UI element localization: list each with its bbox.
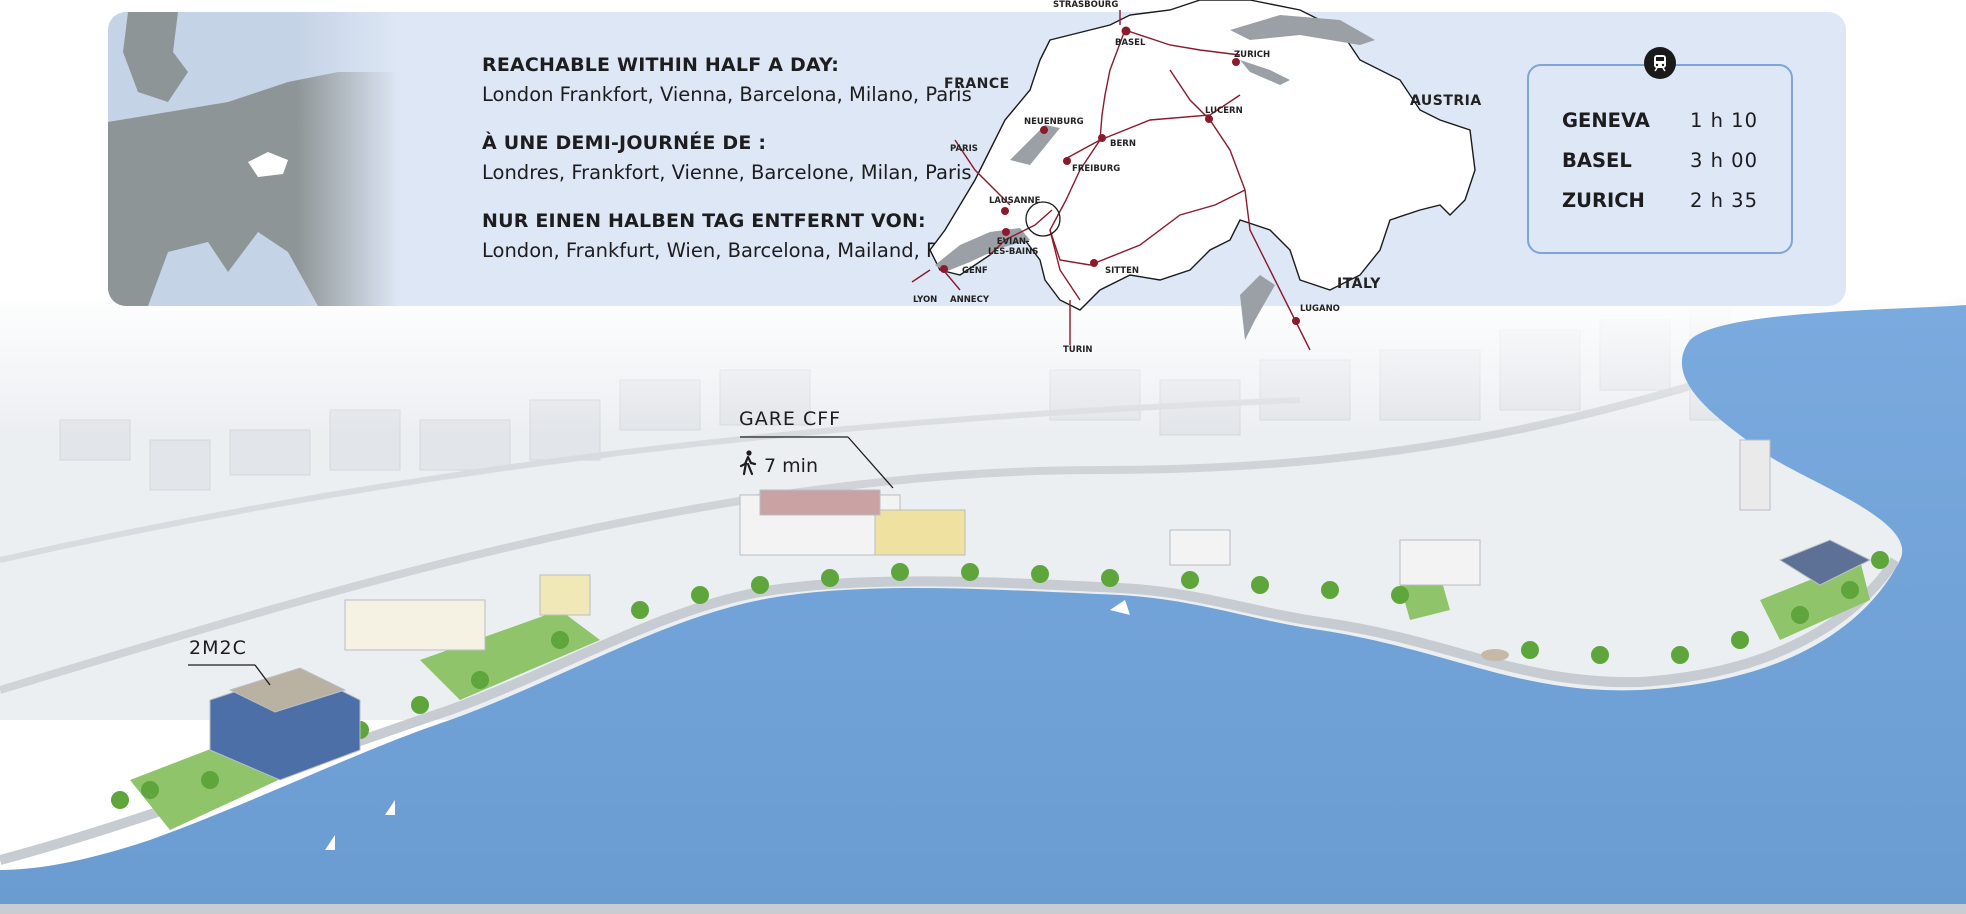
bottom-divider	[0, 904, 1966, 914]
europe-minimap	[108, 12, 398, 306]
label-strasbourg: STRASBOURG	[1053, 0, 1119, 10]
country-austria: AUSTRIA	[1410, 93, 1482, 109]
label-annecy: ANNECY	[950, 295, 990, 305]
label-neuenburg: NEUENBURG	[1024, 117, 1084, 127]
walk-time-label: 7 min	[764, 455, 819, 477]
country-france: FRANCE	[944, 76, 1010, 92]
train-icon	[1644, 47, 1676, 79]
country-italy: ITALY	[1337, 276, 1381, 292]
train-city: GENEVA	[1562, 109, 1650, 132]
train-city: ZURICH	[1562, 189, 1645, 212]
label-lucern: LUCERN	[1205, 106, 1243, 116]
label-zurich: ZURICH	[1234, 50, 1271, 60]
label-bern: BERN	[1110, 139, 1136, 149]
walking-person-icon	[739, 450, 757, 476]
train-duration: 1 h 10	[1690, 109, 1758, 132]
walk-time: 7 min	[738, 450, 818, 477]
train-duration: 2 h 35	[1690, 189, 1758, 212]
label-sitten: SITTEN	[1105, 266, 1139, 276]
label-paris: PARIS	[950, 144, 978, 154]
poi-gare-cff: GARE CFF	[739, 408, 842, 430]
label-lyon: LYON	[913, 295, 938, 305]
label-turin: TURIN	[1063, 345, 1093, 355]
label-lugano: LUGANO	[1300, 304, 1340, 314]
switzerland-map	[911, 0, 1476, 351]
label-evian-les-bains: EVIAN- LES-BAINS	[988, 237, 1039, 257]
train-duration: 3 h 00	[1690, 149, 1758, 172]
label-lausanne: LAUSANNE	[989, 196, 1041, 206]
train-city: BASEL	[1562, 149, 1632, 172]
switzerland-outline	[929, 0, 1476, 311]
label-basel: BASEL	[1115, 38, 1146, 48]
label-freiburg: FREIBURG	[1072, 164, 1121, 174]
label-genf: GENF	[962, 266, 988, 276]
poi-2m2c: 2M2C	[189, 637, 247, 659]
